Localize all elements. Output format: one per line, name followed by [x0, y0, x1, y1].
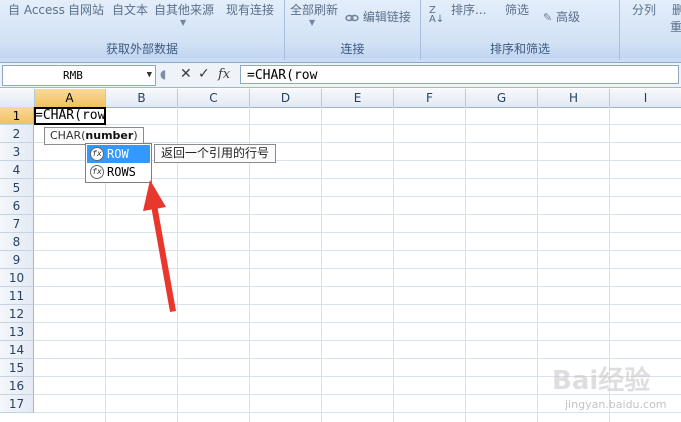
group-label-data-tools — [620, 40, 681, 58]
group-get-external-data: 自 Access 自网站 自文本 自其他来源 ▼ 现有连接 获取外部数据 — [0, 0, 285, 60]
edit-links-label: 编辑链接 — [362, 10, 411, 24]
watermark-logo: Bai经验 — [552, 366, 651, 396]
sort-za-icon[interactable]: Z A↓ — [429, 6, 444, 25]
watermark-url: jingyan.baidu.com — [565, 398, 667, 411]
name-box[interactable]: RMB ▼ — [2, 65, 156, 86]
filter-button[interactable]: 筛选 — [505, 1, 529, 18]
cancel-icon[interactable]: ✕ — [180, 65, 192, 84]
arrow-head — [143, 180, 166, 211]
insert-function-icon[interactable]: fx — [218, 65, 230, 84]
formula-buttons: ◖ ✕ ✓ fx — [160, 65, 236, 84]
remove-button[interactable]: 删 — [672, 1, 681, 18]
link-icon — [345, 14, 359, 21]
formula-input[interactable]: =CHAR(row — [240, 65, 679, 84]
group-connections: 全部刷新 ▼ 编辑链接 连接 — [285, 0, 421, 60]
chevron-down-icon: ▼ — [309, 18, 316, 27]
arrow-shaft — [150, 199, 176, 312]
group-label-connections: 连接 — [285, 40, 420, 58]
formula-bar: RMB ▼ ◖ ✕ ✓ fx =CHAR(row — [0, 63, 681, 88]
advanced-label: 高级 — [556, 10, 581, 24]
advanced-button[interactable]: ✎ 高级 — [543, 8, 580, 25]
edit-links-button[interactable]: 编辑链接 — [345, 8, 411, 25]
existing-connections-button[interactable]: 现有连接 — [226, 1, 274, 18]
refresh-all-button[interactable]: 全部刷新 — [290, 1, 338, 18]
enter-icon[interactable]: ✓ — [198, 65, 210, 84]
ribbon: 自 Access 自网站 自文本 自其他来源 ▼ 现有连接 获取外部数据 全部刷… — [0, 0, 681, 63]
duplicates-button[interactable]: 重 — [670, 18, 681, 35]
group-label-get-external-data: 获取外部数据 — [0, 40, 284, 58]
text-to-columns-button[interactable]: 分列 — [632, 1, 656, 18]
from-web-button[interactable]: 自网站 — [68, 1, 104, 18]
drag-handle-icon[interactable]: ◖ — [160, 65, 166, 84]
group-sort-filter: Z A↓ 排序... 筛选 ✎ 高级 排序和筛选 — [421, 0, 620, 60]
from-access-button[interactable]: 自 Access — [8, 1, 65, 18]
group-label-sort-filter: 排序和筛选 — [421, 40, 619, 58]
group-data-tools: 分列 删 重 — [620, 0, 681, 60]
from-other-sources-button[interactable]: 自其他来源 — [154, 1, 214, 18]
chevron-down-icon[interactable]: ▼ — [147, 66, 152, 85]
sort-button[interactable]: 排序... — [451, 1, 486, 18]
name-box-value: RMB — [63, 69, 83, 82]
advanced-filter-icon: ✎ — [543, 11, 553, 24]
chevron-down-icon: ▼ — [180, 18, 187, 27]
from-text-button[interactable]: 自文本 — [112, 1, 148, 18]
